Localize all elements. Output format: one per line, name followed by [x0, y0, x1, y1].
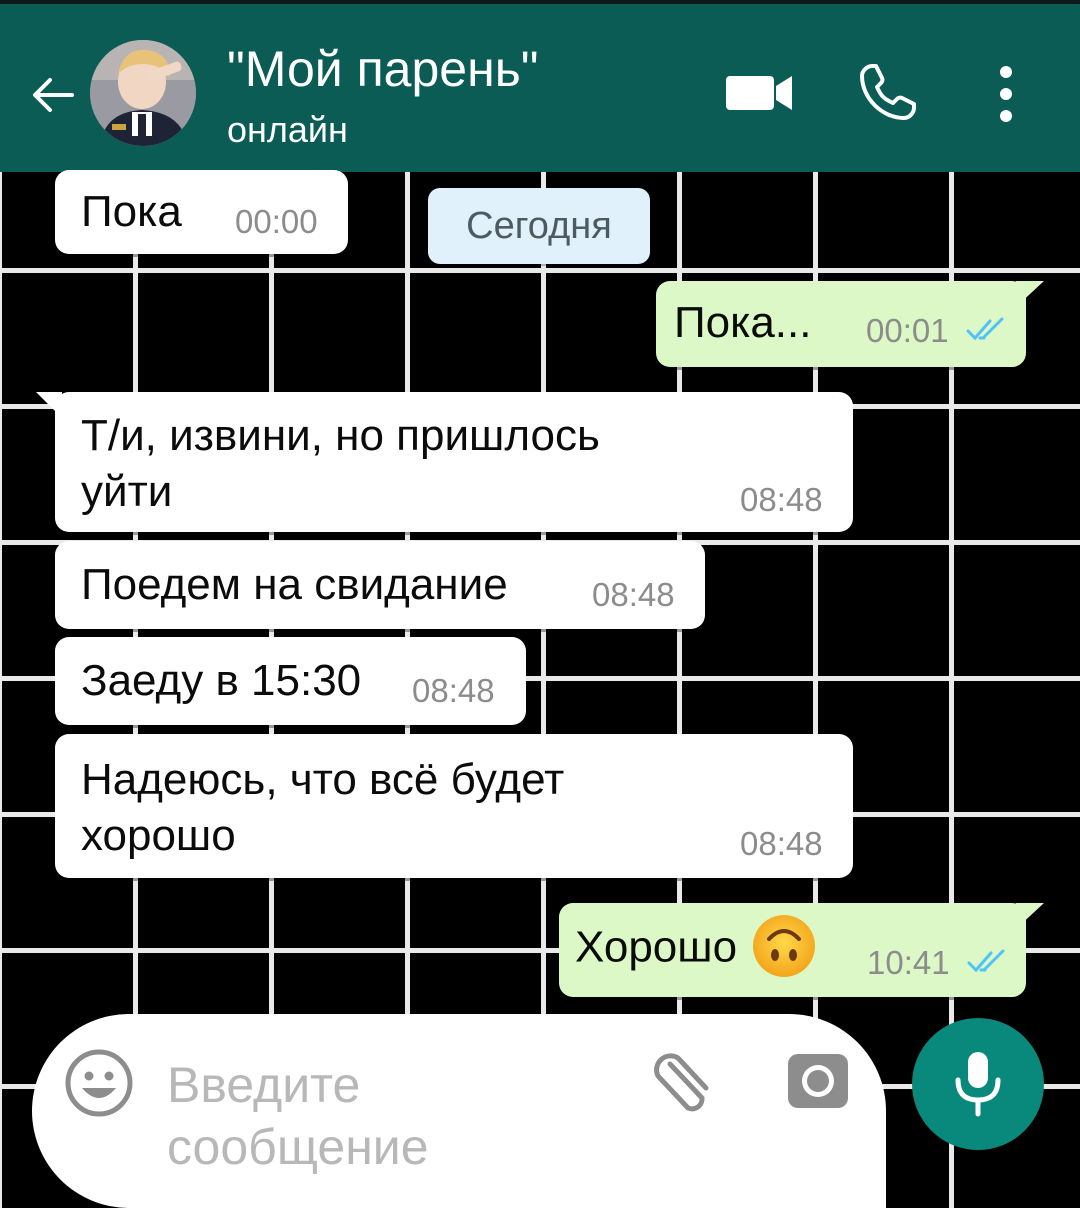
camera-icon[interactable]	[786, 1050, 850, 1110]
video-call-icon[interactable]	[724, 70, 796, 114]
message-time: 00:01	[866, 312, 949, 349]
mic-icon	[955, 1052, 1001, 1117]
contact-status: онлайн	[227, 109, 348, 150]
emoji-icon[interactable]	[64, 1048, 134, 1118]
upside-down-face-emoji	[753, 915, 816, 977]
message-text: Заеду в 15:30	[81, 656, 362, 705]
message-input[interactable]: Введите сообщение	[167, 1054, 587, 1178]
more-vert-icon[interactable]	[994, 64, 1018, 124]
message-incoming[interactable]: Пока 00:00	[55, 170, 348, 254]
message-text: Хорошо	[575, 922, 738, 972]
attach-icon[interactable]	[650, 1050, 720, 1114]
message-outgoing[interactable]: Пока... 00:01	[656, 281, 1026, 367]
message-time: 08:48	[740, 481, 823, 518]
message-text: Пока	[81, 187, 182, 236]
avatar-image	[90, 40, 196, 146]
message-time: 08:48	[740, 825, 823, 862]
message-incoming[interactable]: Заеду в 15:30 08:48	[55, 637, 526, 725]
message-text: Пока...	[674, 298, 812, 347]
message-time: 08:48	[412, 672, 495, 709]
mic-button[interactable]	[912, 1018, 1044, 1150]
message-text-line: хорошо	[81, 811, 236, 860]
read-ticks-icon	[967, 949, 1005, 973]
message-text-line: уйти	[81, 467, 173, 516]
message-text-line: Т/и, извини, но пришлось	[81, 411, 600, 460]
message-incoming[interactable]: Надеюсь, что всё будет хорошо 08:48	[55, 734, 853, 878]
message-incoming[interactable]: Поедем на свидание 08:48	[55, 541, 705, 629]
contact-name[interactable]: "Мой парень"	[227, 40, 539, 98]
message-text: Поедем на свидание	[81, 560, 508, 609]
avatar[interactable]	[90, 40, 196, 146]
message-outgoing[interactable]: Хорошо 10:41	[559, 903, 1026, 997]
message-time: 08:48	[592, 576, 675, 613]
message-time: 00:00	[235, 203, 318, 240]
phone-icon[interactable]	[858, 62, 918, 122]
read-ticks-icon	[966, 317, 1004, 341]
message-time: 10:41	[867, 944, 950, 981]
message-incoming[interactable]: Т/и, извини, но пришлось уйти 08:48	[55, 392, 853, 532]
date-divider: Сегодня	[428, 188, 650, 264]
message-text-line: Надеюсь, что всё будет	[81, 755, 565, 804]
message-text-row: Хорошо	[575, 915, 817, 983]
back-arrow-icon[interactable]	[28, 70, 78, 120]
chat-header: "Мой парень" онлайн	[0, 0, 1080, 172]
